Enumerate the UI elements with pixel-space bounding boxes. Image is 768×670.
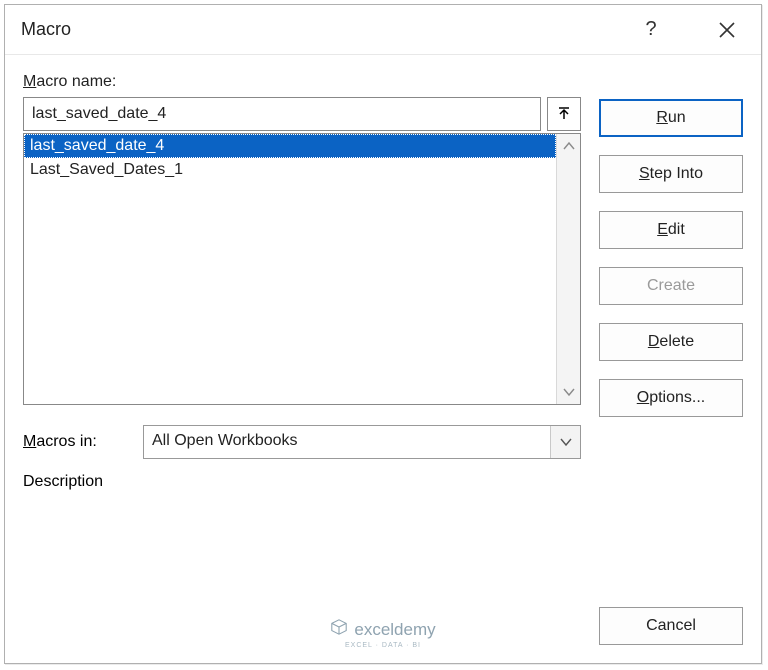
macro-dialog: Macro ? Macro name: xyxy=(4,4,762,664)
step-into-button[interactable]: Step Into xyxy=(599,155,743,193)
chevron-down-icon xyxy=(560,437,572,447)
footer: Cancel xyxy=(599,607,743,645)
help-button[interactable]: ? xyxy=(631,10,671,50)
macros-in-label: Macros in: xyxy=(23,433,133,451)
create-button: Create xyxy=(599,267,743,305)
button-column: Run Step Into Edit Create Delete Options… xyxy=(599,99,743,653)
macro-list-item[interactable]: last_saved_date_4 xyxy=(24,134,556,158)
titlebar: Macro ? xyxy=(5,5,761,55)
assign-button[interactable] xyxy=(547,97,581,131)
close-button[interactable] xyxy=(707,10,747,50)
options-button[interactable]: Options... xyxy=(599,379,743,417)
macros-in-combo[interactable]: All Open Workbooks xyxy=(143,425,581,459)
macro-name-label: Macro name: xyxy=(23,73,581,91)
macro-list-item[interactable]: Last_Saved_Dates_1 xyxy=(24,158,556,182)
macro-listbox[interactable]: last_saved_date_4Last_Saved_Dates_1 xyxy=(23,133,581,405)
macro-name-input[interactable] xyxy=(23,97,541,131)
delete-button[interactable]: Delete xyxy=(599,323,743,361)
macro-list[interactable]: last_saved_date_4Last_Saved_Dates_1 xyxy=(24,134,556,404)
run-button[interactable]: Run xyxy=(599,99,743,137)
description-label: Description xyxy=(23,473,581,491)
close-icon xyxy=(718,21,736,39)
list-scrollbar[interactable] xyxy=(556,134,580,404)
macros-in-value: All Open Workbooks xyxy=(144,426,550,458)
scroll-up-icon[interactable] xyxy=(563,138,575,154)
macro-name-row xyxy=(23,97,581,131)
left-panel: Macro name: last_saved_date_4Last_Saved_… xyxy=(23,73,581,653)
macros-in-row: Macros in: All Open Workbooks xyxy=(23,425,581,459)
edit-button[interactable]: Edit xyxy=(599,211,743,249)
titlebar-controls: ? xyxy=(631,10,747,50)
dialog-title: Macro xyxy=(21,19,71,40)
scroll-down-icon[interactable] xyxy=(563,384,575,400)
cancel-button[interactable]: Cancel xyxy=(599,607,743,645)
arrow-up-icon xyxy=(556,106,572,122)
combo-dropdown-button[interactable] xyxy=(550,426,580,458)
dialog-body: Macro name: last_saved_date_4Last_Saved_… xyxy=(5,55,761,663)
